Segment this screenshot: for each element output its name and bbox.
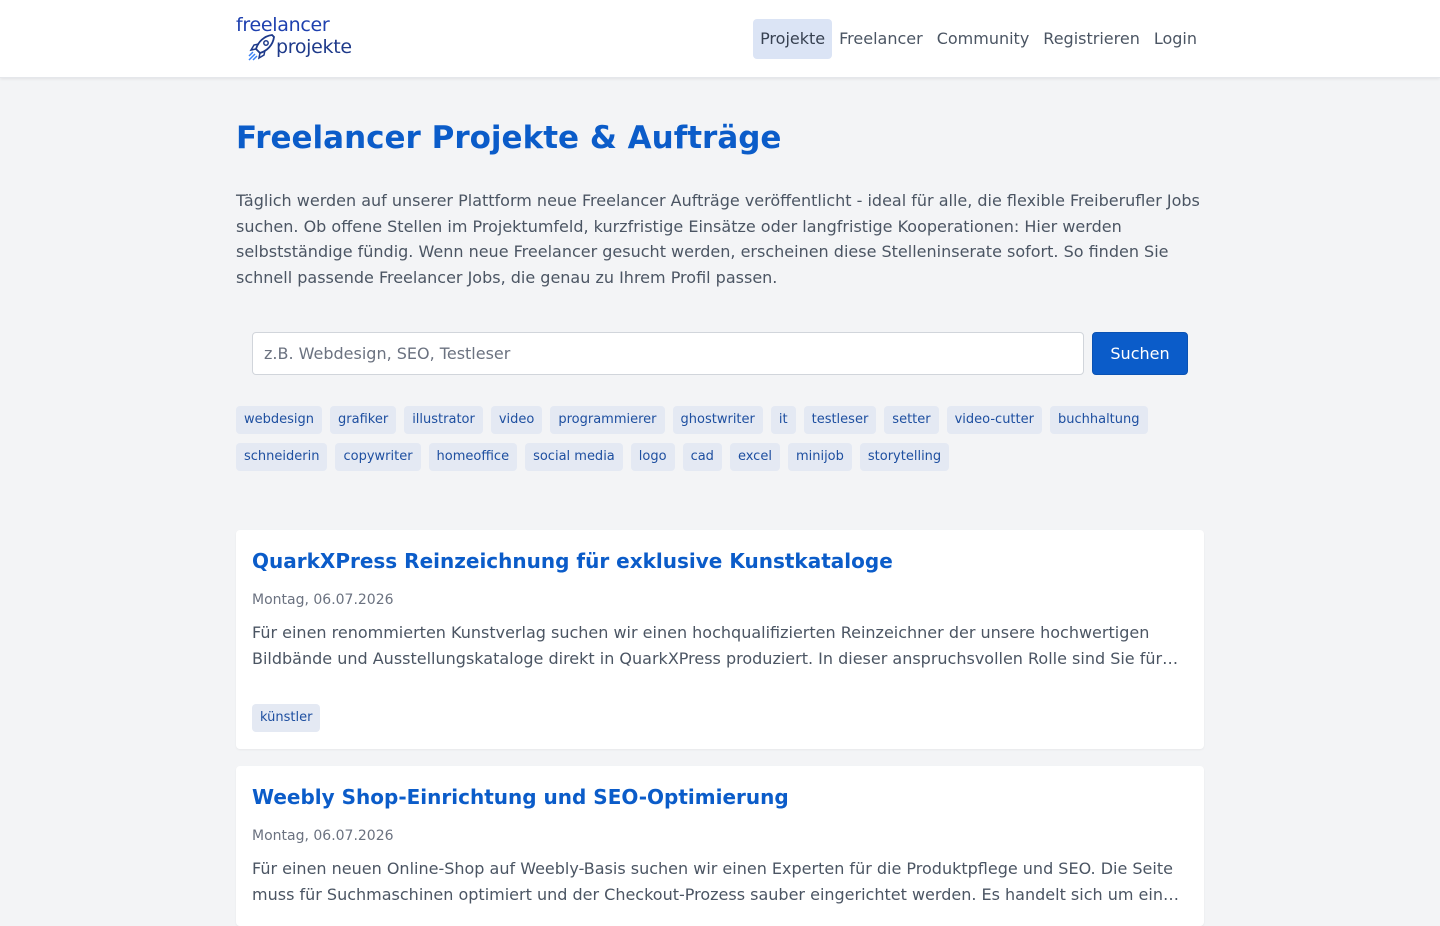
tag-ghostwriter[interactable]: ghostwriter xyxy=(672,406,763,434)
project-description: Für einen renommierten Kunstverlag suche… xyxy=(252,623,1163,668)
tag-row-1: webdesign grafiker illustrator video pro… xyxy=(236,406,1204,434)
nav-community[interactable]: Community xyxy=(930,19,1037,59)
intro-text: Täglich werden auf unserer Plattform neu… xyxy=(236,191,1200,287)
tag-setter[interactable]: setter xyxy=(884,406,939,434)
tag-excel[interactable]: excel xyxy=(729,443,780,471)
tag-social-media[interactable]: social media xyxy=(525,443,623,471)
tag-video[interactable]: video xyxy=(490,406,543,434)
project-tag[interactable]: künstler xyxy=(252,704,321,732)
tag-cad[interactable]: cad xyxy=(682,443,722,471)
tag-video-cutter[interactable]: video-cutter xyxy=(946,406,1042,434)
tag-storytelling[interactable]: storytelling xyxy=(859,443,950,471)
tag-row-2: schneiderin copywriter homeoffice social… xyxy=(236,443,1204,471)
nav-registrieren[interactable]: Registrieren xyxy=(1036,19,1147,59)
nav-login[interactable]: Login xyxy=(1147,19,1204,59)
site-header: freelancer projekte Projekte Freelancer … xyxy=(0,0,1440,78)
page-title: Freelancer Projekte & Aufträge xyxy=(236,120,782,156)
tag-webdesign[interactable]: webdesign xyxy=(236,406,323,434)
tag-testleser[interactable]: testleser xyxy=(803,406,877,434)
tag-buchhaltung[interactable]: buchhaltung xyxy=(1049,406,1148,434)
tag-grafiker[interactable]: grafiker xyxy=(330,406,397,434)
search-input[interactable] xyxy=(252,332,1084,375)
search-button[interactable]: Suchen xyxy=(1092,332,1188,375)
tag-schneiderin[interactable]: schneiderin xyxy=(236,443,328,471)
logo-text-projekte: projekte xyxy=(276,36,352,58)
main-nav: Projekte Freelancer Community Registrier… xyxy=(753,19,1204,59)
tag-programmierer[interactable]: programmierer xyxy=(550,406,665,434)
tag-copywriter[interactable]: copywriter xyxy=(335,443,421,471)
project-date: Montag, 06.07.2026 xyxy=(252,592,394,608)
project-card: QuarkXPress Reinzeichnung für exklusive … xyxy=(236,530,1204,749)
tag-minijob[interactable]: minijob xyxy=(787,443,852,471)
tag-it[interactable]: it xyxy=(770,406,796,434)
project-title[interactable]: QuarkXPress Reinzeichnung für exklusive … xyxy=(252,549,893,573)
project-title[interactable]: Weebly Shop-Einrichtung und SEO-Optimier… xyxy=(252,785,789,809)
project-card: Weebly Shop-Einrichtung und SEO-Optimier… xyxy=(236,766,1204,926)
tag-logo[interactable]: logo xyxy=(630,443,675,471)
project-date: Montag, 06.07.2026 xyxy=(252,828,394,844)
rocket-icon xyxy=(248,34,275,61)
nav-projekte[interactable]: Projekte xyxy=(753,19,833,59)
nav-freelancer[interactable]: Freelancer xyxy=(832,19,930,59)
tag-illustrator[interactable]: illustrator xyxy=(404,406,483,434)
site-logo[interactable]: freelancer projekte xyxy=(236,14,366,64)
tag-cloud: webdesign grafiker illustrator video pro… xyxy=(236,406,1204,480)
tag-homeoffice[interactable]: homeoffice xyxy=(428,443,518,471)
